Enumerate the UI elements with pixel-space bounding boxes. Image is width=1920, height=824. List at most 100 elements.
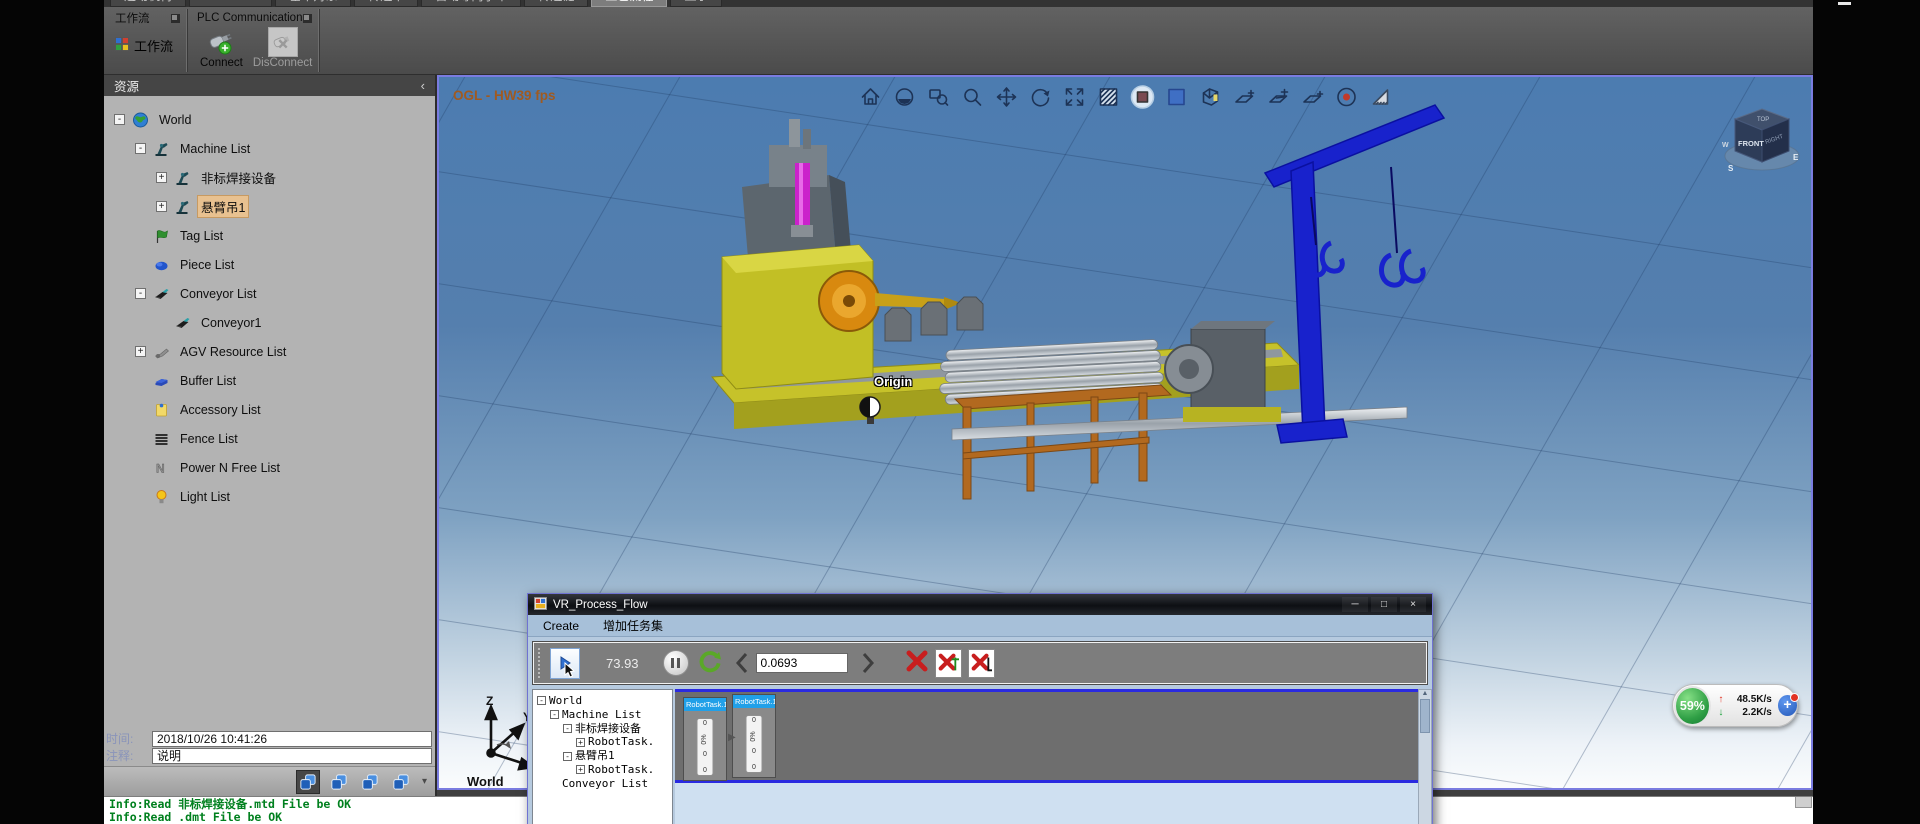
nav-ring-s[interactable]: S — [1728, 164, 1734, 173]
tree-item[interactable]: +Conveyor1 — [104, 308, 435, 337]
menu-item[interactable]: 增加任务集 — [603, 617, 663, 634]
tree-item[interactable]: +Piece List — [104, 250, 435, 279]
ribbon-tab[interactable]: 传送链 — [524, 0, 588, 7]
menu-item[interactable]: Create — [543, 619, 579, 633]
dialog-tree-item[interactable]: -非标焊接设备 — [535, 722, 670, 736]
layer-view-button[interactable] — [327, 770, 351, 794]
tree-item[interactable]: +非标焊接设备 — [104, 163, 435, 192]
tree-toggle-icon[interactable]: + — [576, 738, 585, 747]
tree-toggle-icon[interactable]: + — [576, 765, 585, 774]
tree-item[interactable]: +Accessory List — [104, 395, 435, 424]
dialog-tree-item[interactable]: -World — [535, 694, 670, 708]
disconnect-button[interactable]: DisConnect — [253, 27, 312, 69]
tree-item[interactable]: -Machine List — [104, 134, 435, 163]
dialog-launcher-icon[interactable] — [171, 14, 180, 23]
close-button[interactable]: × — [1400, 597, 1426, 612]
vr-process-flow-dialog[interactable]: VR_Process_Flow ─ □ × Create增加任务集 73.93 — [527, 593, 1433, 824]
tree-toggle-icon[interactable]: - — [563, 724, 572, 733]
tree-toggle-icon[interactable]: - — [114, 114, 125, 125]
dialog-titlebar[interactable]: VR_Process_Flow ─ □ × — [528, 594, 1432, 615]
layer-view-button[interactable] — [389, 770, 413, 794]
tree-item[interactable]: +AGV Resource List — [104, 337, 435, 366]
collapse-arrow-icon[interactable]: ‹ — [421, 81, 425, 91]
tree-toggle-icon[interactable]: + — [156, 172, 167, 183]
dialog-tree-item[interactable]: +RobotTask. — [535, 735, 670, 749]
tree-item[interactable]: -World — [104, 105, 435, 134]
task-block[interactable]: RobotTask.100%00 — [732, 694, 776, 778]
task-progress-slider[interactable]: 00%00 — [746, 715, 763, 773]
fit-icon[interactable] — [1062, 84, 1087, 109]
layer-view-button[interactable] — [296, 770, 320, 794]
time-input[interactable] — [152, 731, 432, 747]
clip-plane-y-icon[interactable] — [1266, 84, 1291, 109]
tree-item[interactable]: -Conveyor List — [104, 279, 435, 308]
window-minimize-remnant[interactable] — [1838, 2, 1851, 5]
nav-face-front[interactable]: FRONT — [1738, 139, 1764, 148]
dialog-launcher-icon[interactable] — [303, 14, 312, 23]
ribbon-tab[interactable]: 工艺流程 — [591, 0, 667, 7]
nav-ring-w[interactable]: W — [1722, 142, 1729, 149]
ribbon-tab[interactable]: 基本对象 — [275, 0, 351, 7]
nav-ring-e[interactable]: E — [1793, 153, 1799, 162]
measure-icon[interactable] — [1368, 84, 1393, 109]
ribbon-tab[interactable]: 自动导向小车 — [421, 0, 521, 7]
tree-toggle-icon[interactable]: - — [135, 288, 146, 299]
dialog-tree-item[interactable]: +RobotTask. — [535, 763, 670, 777]
tree-item[interactable]: +Light List — [104, 482, 435, 511]
connect-button[interactable]: Connect — [200, 27, 243, 69]
shaded-icon[interactable] — [1130, 84, 1155, 109]
net-speed-widget[interactable]: 59% ↑48.5K/s ↓2.2K/s + — [1672, 684, 1798, 727]
zoom-icon[interactable] — [960, 84, 985, 109]
ribbon-tab[interactable]: 显示 — [670, 0, 722, 7]
loop-button[interactable] — [696, 647, 723, 679]
dialog-tree-item[interactable]: -悬臂吊1 — [535, 749, 670, 763]
wireframe-icon[interactable] — [1096, 84, 1121, 109]
task-progress-slider[interactable]: 00%00 — [697, 718, 714, 776]
stop-line-button[interactable] — [968, 649, 995, 678]
tree-item[interactable]: +NPower N Free List — [104, 453, 435, 482]
stop-button[interactable] — [905, 649, 929, 678]
minimize-button[interactable]: ─ — [1342, 597, 1368, 612]
ribbon-tab[interactable]: 运动机构 — [110, 0, 186, 7]
ribbon-tab[interactable]: CAD/CAM — [189, 0, 272, 7]
tree-toggle-icon[interactable]: + — [156, 201, 167, 212]
maximize-button[interactable]: □ — [1371, 597, 1397, 612]
note-input[interactable] — [152, 748, 432, 764]
section-box-icon[interactable] — [1198, 84, 1223, 109]
record-icon[interactable] — [1334, 84, 1359, 109]
dialog-tree-item[interactable]: +Conveyor List — [535, 777, 670, 791]
tree-toggle-icon[interactable]: - — [550, 710, 559, 719]
tree-toggle-icon[interactable]: - — [135, 143, 146, 154]
nav-face-top[interactable]: TOP — [1757, 117, 1769, 123]
step-back-icon[interactable] — [735, 652, 748, 674]
log-scroll-grip[interactable] — [1795, 796, 1812, 808]
step-value-input[interactable] — [756, 653, 848, 673]
dialog-tree-item[interactable]: -Machine List — [535, 708, 670, 722]
step-forward-icon[interactable] — [862, 652, 875, 674]
tree-toggle-icon[interactable]: - — [537, 696, 546, 705]
pause-button[interactable] — [663, 650, 689, 676]
scroll-thumb[interactable] — [1420, 699, 1430, 733]
tree-toggle-icon[interactable]: - — [563, 752, 572, 761]
workflow-button[interactable]: 工作流 — [115, 36, 181, 55]
zoom-window-icon[interactable] — [926, 84, 951, 109]
net-plus-button[interactable]: + — [1778, 695, 1797, 716]
clip-plane-x-icon[interactable] — [1232, 84, 1257, 109]
play-button[interactable] — [550, 648, 580, 679]
rotate-icon[interactable] — [1028, 84, 1053, 109]
tree-item[interactable]: +悬臂吊1 — [104, 192, 435, 221]
home-icon[interactable] — [858, 84, 883, 109]
tree-item[interactable]: +Buffer List — [104, 366, 435, 395]
ribbon-tab[interactable]: 传送带 — [354, 0, 418, 7]
net-percent-badge[interactable]: 59% — [1674, 686, 1711, 726]
scroll-up-icon[interactable]: ▲ — [1422, 690, 1429, 697]
tree-item[interactable]: +Fence List — [104, 424, 435, 453]
task-canvas[interactable]: RobotTask.100%00RobotTask.100%00 ▶ — [675, 689, 1418, 824]
dialog-scrollbar[interactable]: ▲ ▼ — [1418, 689, 1432, 824]
pan-icon[interactable] — [994, 84, 1019, 109]
tree-item[interactable]: +Tag List — [104, 221, 435, 250]
clip-plane-z-icon[interactable] — [1300, 84, 1325, 109]
layer-view-button[interactable] — [358, 770, 382, 794]
navigation-cube[interactable]: S E W TOP FRONT RIGHT — [1721, 103, 1805, 181]
tree-toggle-icon[interactable]: + — [135, 346, 146, 357]
